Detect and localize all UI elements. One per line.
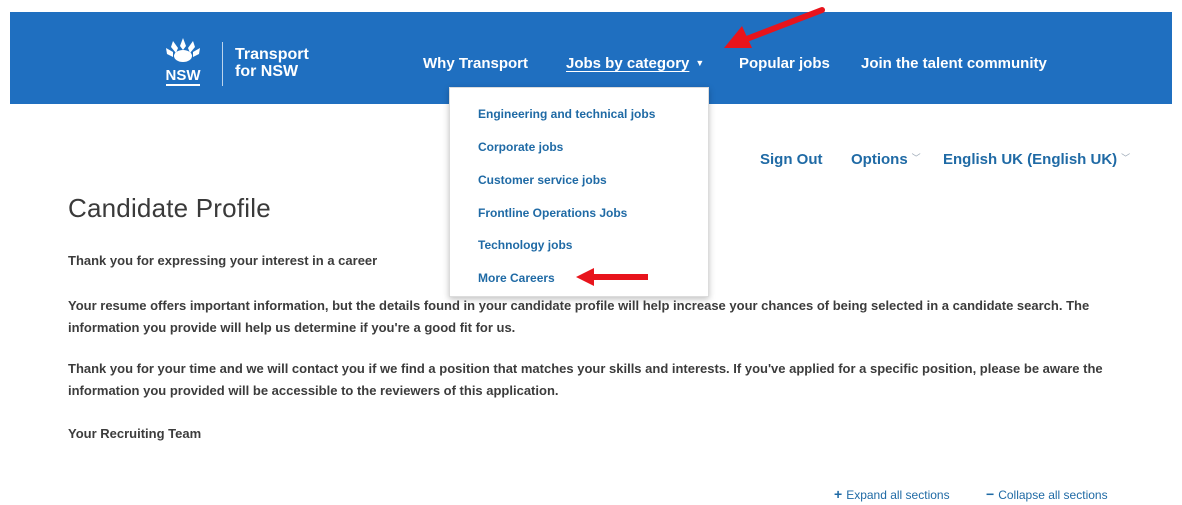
nav-popular-jobs[interactable]: Popular jobs — [739, 55, 830, 72]
dropdown-item-customer-service[interactable]: Customer service jobs — [478, 173, 607, 187]
collapse-label: Collapse all sections — [998, 488, 1108, 502]
dropdown-item-engineering[interactable]: Engineering and technical jobs — [478, 107, 655, 121]
minus-icon: − — [986, 486, 995, 502]
transport-nsw-logo[interactable]: NSW Transport for NSW — [158, 36, 338, 92]
intro-text: Thank you for expressing your interest i… — [68, 253, 378, 268]
collapse-all-sections-link[interactable]: − Collapse all sections — [986, 486, 1108, 502]
signature-text: Your Recruiting Team — [68, 426, 202, 441]
language-label: English UK (English UK) — [943, 151, 1118, 168]
red-arrow-annotation-icon — [724, 7, 825, 48]
expand-all-sections-link[interactable]: + Expand all sections — [834, 486, 950, 502]
dropdown-item-corporate[interactable]: Corporate jobs — [478, 140, 563, 154]
logo-text: Transport for NSW — [235, 46, 309, 80]
language-selector[interactable]: English UK (English UK) ﹀ — [943, 151, 1130, 168]
brand-name-line2: for NSW — [235, 63, 299, 80]
options-menu[interactable]: Options ﹀ — [851, 151, 921, 168]
dropdown-item-frontline[interactable]: Frontline Operations Jobs — [478, 206, 627, 220]
caret-down-icon: ▼ — [695, 58, 705, 68]
resume-info-text: Your resume offers important information… — [68, 298, 1090, 335]
nav-why-transport[interactable]: Why Transport — [423, 55, 528, 72]
dropdown-item-more-careers[interactable]: More Careers — [478, 271, 555, 285]
page-title: Candidate Profile — [68, 193, 271, 223]
nav-join-talent-community[interactable]: Join the talent community — [861, 55, 1047, 72]
thanks-text: Thank you for your time and we will cont… — [68, 361, 1103, 398]
nav-jobs-label: Jobs by category — [566, 55, 690, 72]
logo-divider — [222, 42, 223, 86]
nav-jobs-by-category[interactable]: Jobs by category ▼ — [566, 55, 704, 72]
expand-label: Expand all sections — [846, 488, 950, 502]
plus-icon: + — [834, 486, 843, 502]
red-arrow-annotation-icon — [576, 268, 648, 286]
dropdown-item-technology[interactable]: Technology jobs — [478, 238, 572, 252]
chevron-down-icon: ﹀ — [911, 153, 921, 163]
chevron-down-icon: ﹀ — [1121, 153, 1131, 163]
brand-name-line1: Transport — [235, 46, 309, 63]
options-label: Options — [851, 151, 908, 168]
govt-label: NSW — [166, 67, 202, 84]
nsw-waratah-logo-icon: NSW — [166, 38, 202, 86]
sign-out-link[interactable]: Sign Out — [760, 151, 823, 168]
